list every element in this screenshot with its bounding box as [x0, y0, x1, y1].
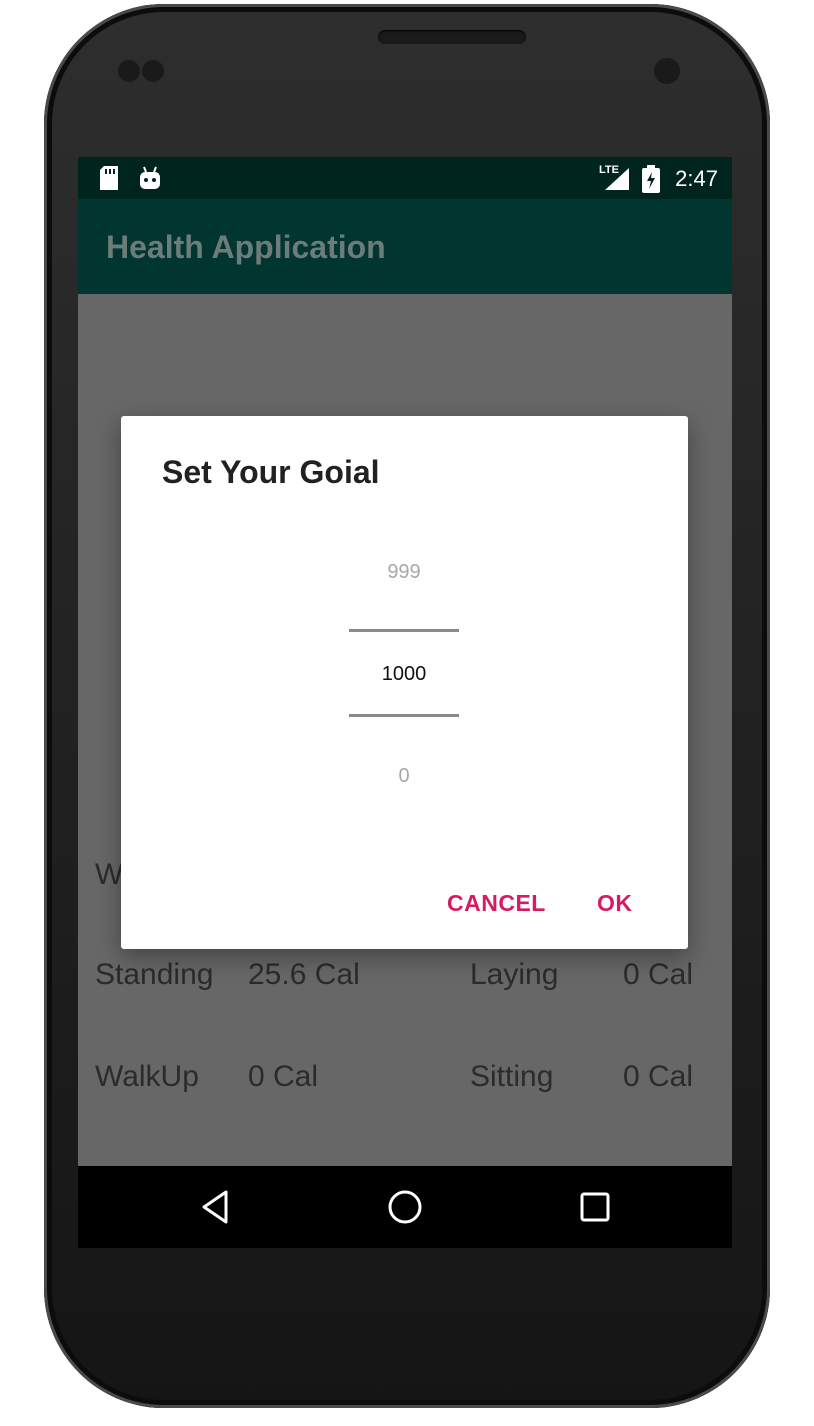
picker-selected-value[interactable]: 1000 — [349, 663, 459, 686]
app-bar: Health Application — [78, 199, 732, 294]
navigation-bar — [78, 1166, 732, 1248]
goal-number-picker[interactable]: 999 1000 0 — [349, 546, 459, 796]
ok-button[interactable]: OK — [597, 890, 633, 917]
picker-previous-value[interactable]: 999 — [349, 561, 459, 584]
walkup-value: 0 Cal — [248, 1060, 319, 1093]
standing-label: Standing — [95, 958, 214, 991]
picker-divider-bottom — [349, 714, 459, 717]
sensor-dot — [118, 60, 140, 82]
cancel-button[interactable]: CANCEL — [447, 890, 546, 917]
status-bar: LTE 2:47 — [78, 157, 732, 199]
standing-value: 25.6 Cal — [248, 958, 360, 991]
battery-charging-icon — [642, 165, 660, 193]
picker-next-value[interactable]: 0 — [349, 765, 459, 788]
sitting-value: 0 Cal — [623, 1060, 694, 1093]
status-time: 2:47 — [675, 166, 718, 191]
lte-signal-icon — [605, 168, 629, 190]
dialog-title: Set Your Goial — [162, 454, 380, 490]
sensor-dot — [142, 60, 164, 82]
walkup-label: WalkUp — [95, 1060, 199, 1093]
sd-card-icon — [100, 166, 118, 190]
front-camera — [654, 58, 680, 84]
back-icon[interactable] — [192, 1184, 238, 1230]
android-icon — [140, 166, 160, 189]
app-title: Health Application — [106, 229, 386, 265]
laying-label: Laying — [470, 958, 559, 991]
home-icon[interactable] — [382, 1184, 428, 1230]
laying-value: 0 Cal — [623, 958, 694, 991]
earpiece-speaker — [378, 30, 526, 44]
sitting-label: Sitting — [470, 1060, 554, 1093]
set-goal-dialog: Set Your Goial 999 1000 0 CANCEL OK — [121, 416, 688, 949]
picker-divider-top — [349, 629, 459, 632]
recents-icon[interactable] — [572, 1184, 618, 1230]
row1-left-label: W — [95, 858, 124, 891]
